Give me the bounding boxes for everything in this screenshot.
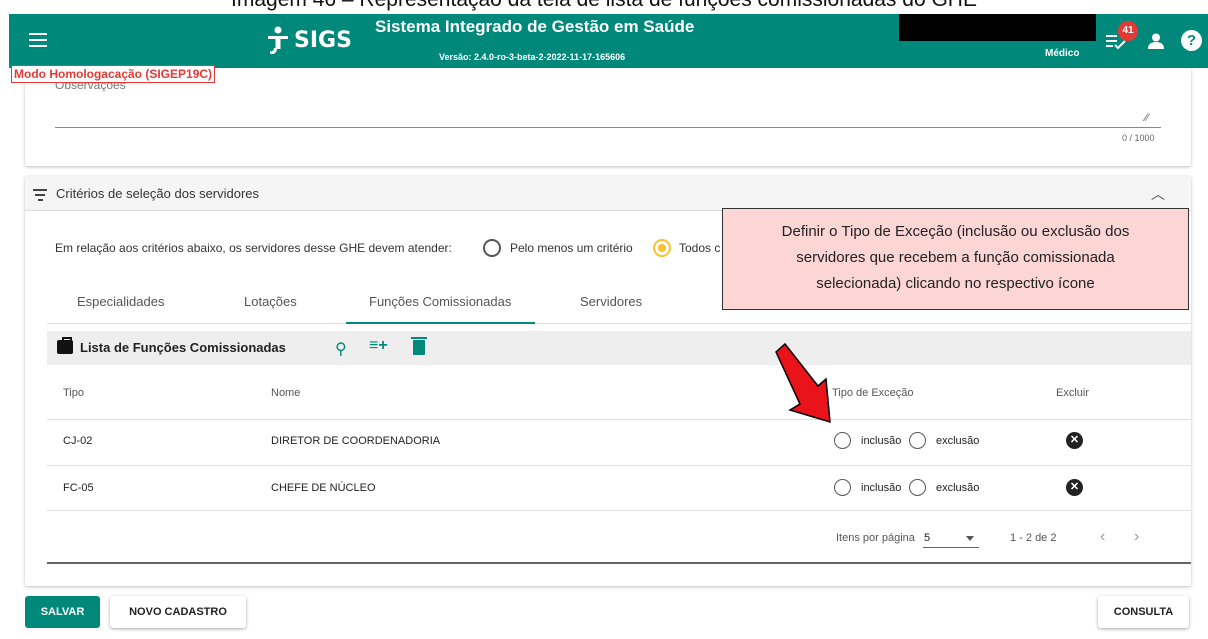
criteria-panel-title: Critérios de seleção dos servidores <box>56 186 260 201</box>
callout-line-3: selecionada) clicando no respectivo ícon… <box>816 275 1095 292</box>
row-tipo: CJ-02 <box>63 435 93 447</box>
add-to-list-icon[interactable]: ≡+ <box>369 337 388 355</box>
tab-funcoes-comissionadas[interactable]: Funções Comissionadas <box>369 294 511 309</box>
top-app-bar: SIGS Sistema Integrado de Gestão em Saúd… <box>9 14 1208 68</box>
annotation-callout: Definir o Tipo de Exceção (inclusão ou e… <box>722 208 1189 310</box>
briefcase-icon <box>57 337 73 354</box>
radio-all-criteria-label: Todos c <box>679 241 721 255</box>
user-icon[interactable] <box>1148 33 1164 49</box>
delete-row-icon[interactable]: ✕ <box>1066 432 1083 449</box>
next-page-icon[interactable]: › <box>1134 528 1139 546</box>
list-title: Lista de Funções Comissionadas <box>80 340 286 355</box>
environment-badge: Modo Homologacação (SIGEP19C) <box>11 65 216 83</box>
figure-caption: Imagem 46 – Representação da tela de lis… <box>0 0 1208 12</box>
char-counter: 0 / 1000 <box>1122 133 1155 143</box>
radio-inclusao-label: inclusão <box>861 482 902 494</box>
criteria-panel-header[interactable]: Critérios de seleção dos servidores ︿ <box>25 176 1191 211</box>
radio-exclusao[interactable] <box>909 479 926 496</box>
radio-inclusao-label: inclusão <box>861 435 902 447</box>
resize-handle-icon[interactable]: ⁄⁄ <box>1145 112 1149 124</box>
row-divider <box>47 510 1191 511</box>
app-title: Sistema Integrado de Gestão em Saúde <box>375 17 695 36</box>
radio-any-criteria[interactable] <box>483 239 501 257</box>
filter-icon <box>33 189 47 204</box>
consult-button[interactable]: CONSULTA <box>1098 596 1189 628</box>
column-header-nome: Nome <box>271 387 301 399</box>
radio-any-criteria-label: Pelo menos um critério <box>510 241 633 255</box>
callout-line-2: servidores que recebem a função comissio… <box>796 249 1115 266</box>
redacted-user-name <box>899 14 1096 41</box>
app-logo: SIGS <box>267 26 352 54</box>
active-tab-indicator <box>346 322 535 324</box>
radio-inclusao[interactable] <box>834 479 851 496</box>
list-toolbar: Lista de Funções Comissionadas ⚲ ≡+ <box>47 331 1191 365</box>
table-bottom-border <box>47 562 1191 564</box>
sigs-person-icon <box>268 26 288 54</box>
items-per-page-underline <box>923 547 979 548</box>
prev-page-icon[interactable]: ‹ <box>1100 528 1105 546</box>
search-icon[interactable]: ⚲ <box>335 339 347 359</box>
radio-inclusao[interactable] <box>834 432 851 449</box>
column-header-excluir: Excluir <box>1056 387 1090 399</box>
radio-all-criteria[interactable] <box>653 239 671 257</box>
row-nome: CHEFE DE NÚCLEO <box>271 482 376 494</box>
row-nome: DIRETOR DE COORDENADORIA <box>271 435 441 447</box>
new-record-button[interactable]: NOVO CADASTRO <box>110 596 246 628</box>
delete-row-icon[interactable]: ✕ <box>1066 479 1083 496</box>
chevron-up-icon[interactable]: ︿ <box>1151 184 1165 204</box>
tab-servidores[interactable]: Servidores <box>580 294 642 309</box>
logo-text: SIGS <box>294 27 352 53</box>
column-header-tipo: Tipo <box>63 387 84 399</box>
callout-line-1: Definir o Tipo de Exceção (inclusão ou e… <box>781 223 1130 240</box>
radio-exclusao-label: exclusão <box>936 435 980 447</box>
dropdown-arrow-icon[interactable] <box>966 536 974 541</box>
tab-especialidades[interactable]: Especialidades <box>77 294 164 309</box>
help-icon[interactable]: ? <box>1181 30 1202 51</box>
items-per-page-label: Itens por página <box>836 532 915 544</box>
column-header-tipo-excecao: Tipo de Exceção <box>832 387 914 399</box>
menu-icon[interactable] <box>29 33 47 49</box>
notification-badge: 41 <box>1118 21 1138 41</box>
row-tipo: FC-05 <box>63 482 94 494</box>
annotation-arrow-icon <box>775 342 831 424</box>
radio-exclusao[interactable] <box>909 432 926 449</box>
delete-icon[interactable] <box>411 337 427 355</box>
items-per-page-select[interactable]: 5 <box>924 532 930 544</box>
observations-textarea[interactable] <box>55 127 1161 128</box>
app-version: Versão: 2.4.0-ro-3-beta-2-2022-11-17-165… <box>439 52 626 62</box>
tab-lotacoes[interactable]: Lotações <box>244 294 297 309</box>
radio-exclusao-label: exclusão <box>936 482 980 494</box>
user-role: Médico <box>1045 48 1080 59</box>
pagination-range: 1 - 2 de 2 <box>1010 532 1057 544</box>
row-divider <box>47 465 1191 466</box>
save-button[interactable]: SALVAR <box>25 596 100 628</box>
criteria-statement: Em relação aos critérios abaixo, os serv… <box>55 241 452 255</box>
header-divider <box>47 419 1191 420</box>
